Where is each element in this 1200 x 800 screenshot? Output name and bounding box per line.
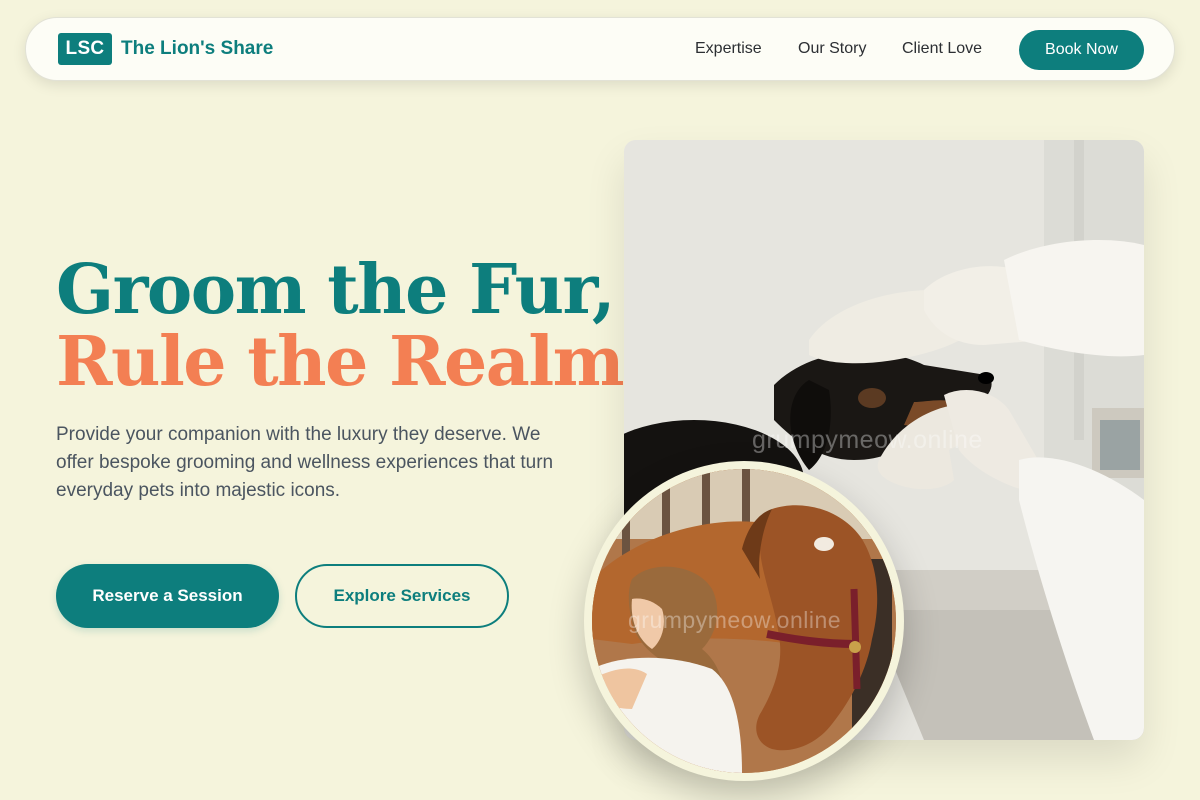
hero-title-line-2: Rule the Realm. bbox=[56, 322, 647, 402]
brand-logo-mark: LSC bbox=[58, 33, 112, 65]
horse-photo-frame: grumpymeow.online bbox=[592, 469, 896, 773]
nav-link-client-love[interactable]: Client Love bbox=[902, 40, 982, 58]
brand-name: The Lion's Share bbox=[121, 38, 274, 59]
top-navigation-bar: LSC The Lion's Share Expertise Our Story… bbox=[25, 17, 1175, 81]
hero-description: Provide your companion with the luxury t… bbox=[56, 424, 554, 501]
hero-title: Groom the Fur, Rule the Realm. bbox=[56, 250, 647, 402]
nav-link-expertise[interactable]: Expertise bbox=[695, 40, 762, 58]
watermark-text-circle: grumpymeow.online bbox=[628, 607, 842, 633]
watermark-text: grumpymeow.online bbox=[752, 426, 983, 454]
horse-grooming-photo: grumpymeow.online bbox=[584, 461, 904, 781]
brand-logo-link[interactable]: LSC The Lion's Share bbox=[58, 33, 273, 65]
book-now-button[interactable]: Book Now bbox=[1019, 30, 1144, 70]
nav-link-our-story[interactable]: Our Story bbox=[798, 40, 866, 58]
reserve-session-button[interactable]: Reserve a Session bbox=[56, 564, 279, 628]
hero-title-line-1: Groom the Fur, bbox=[56, 250, 616, 330]
explore-services-button[interactable]: Explore Services bbox=[295, 564, 509, 628]
